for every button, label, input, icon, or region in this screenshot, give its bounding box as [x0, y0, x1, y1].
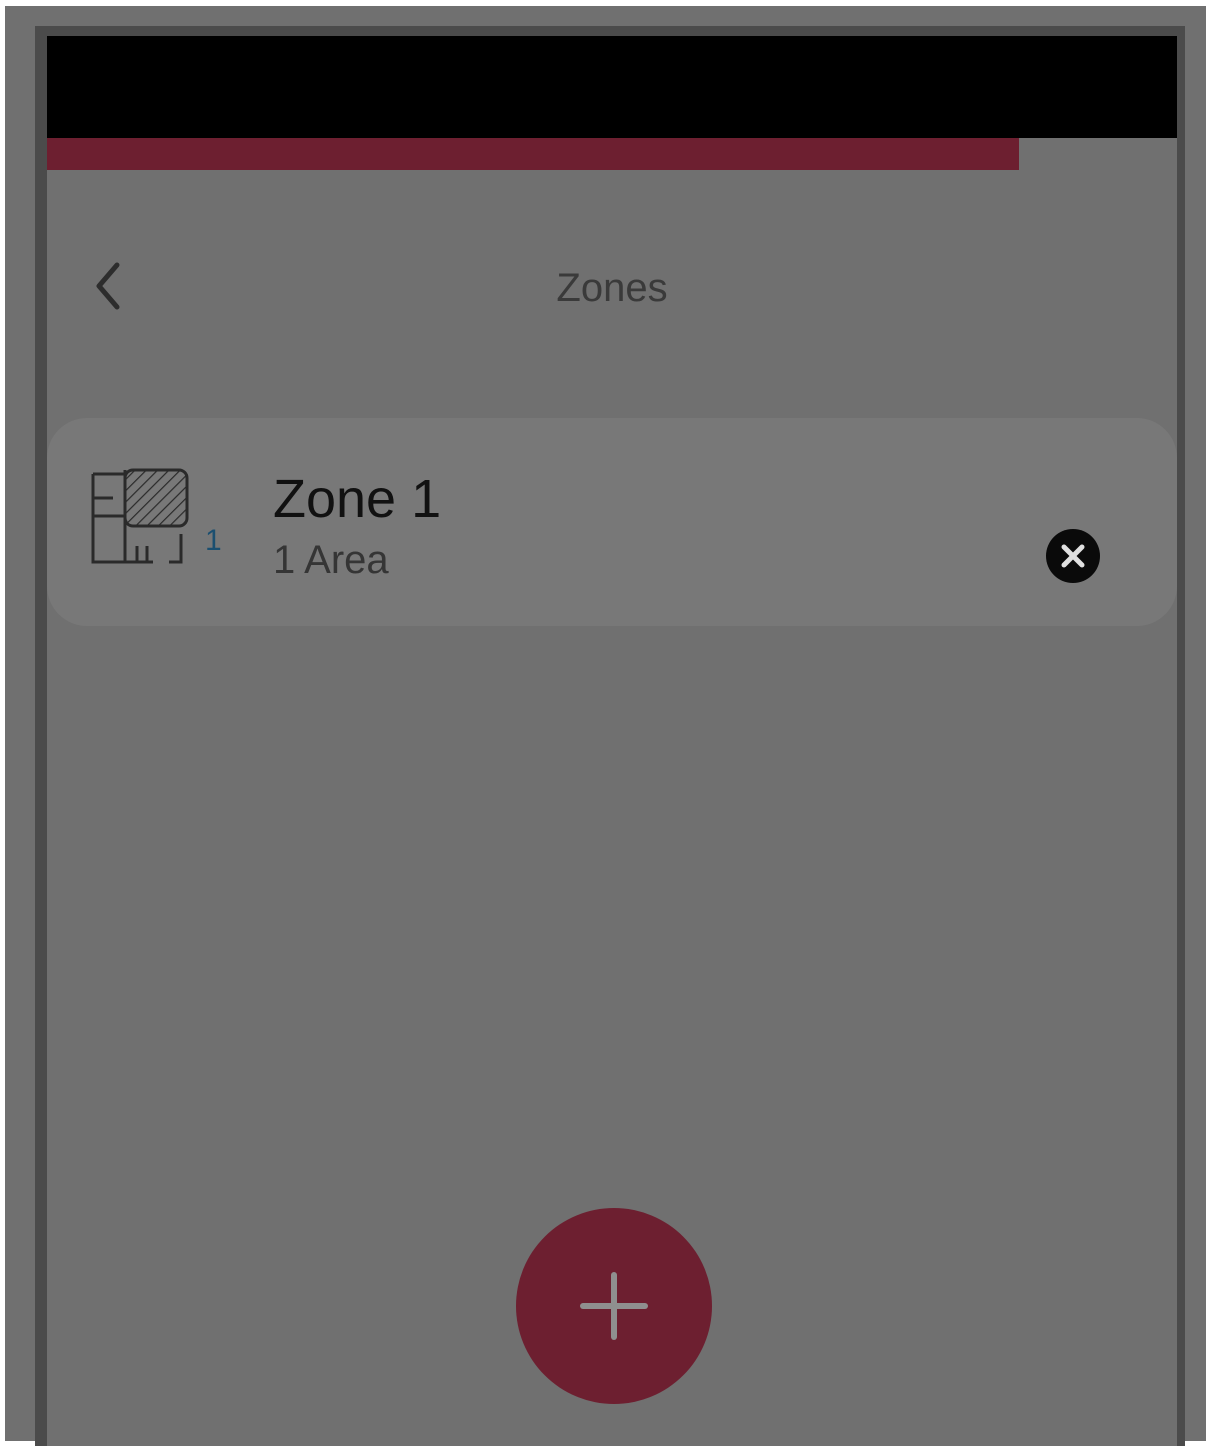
progress-fill — [47, 138, 1019, 170]
page: Zones 1 Zone 1 1 Area — [0, 0, 1211, 1446]
add-zone-button[interactable] — [516, 1208, 712, 1404]
floor-plan-icon — [91, 468, 189, 564]
zone-list-item[interactable]: 1 Zone 1 1 Area — [47, 418, 1177, 626]
frame: Zones 1 Zone 1 1 Area — [5, 6, 1206, 1446]
remove-zone-button[interactable] — [1045, 528, 1101, 584]
device-bezel: Zones 1 Zone 1 1 Area — [35, 26, 1185, 1446]
area-count-badge: 1 — [205, 524, 222, 557]
progress-bar — [47, 138, 1177, 170]
zone-name: Zone 1 — [273, 469, 442, 529]
app-screen: Zones 1 Zone 1 1 Area — [47, 36, 1177, 1446]
plus-icon — [580, 1272, 648, 1340]
status-bar — [47, 36, 1177, 138]
page-title: Zones — [556, 266, 668, 310]
zone-area-count: 1 Area — [273, 538, 389, 582]
